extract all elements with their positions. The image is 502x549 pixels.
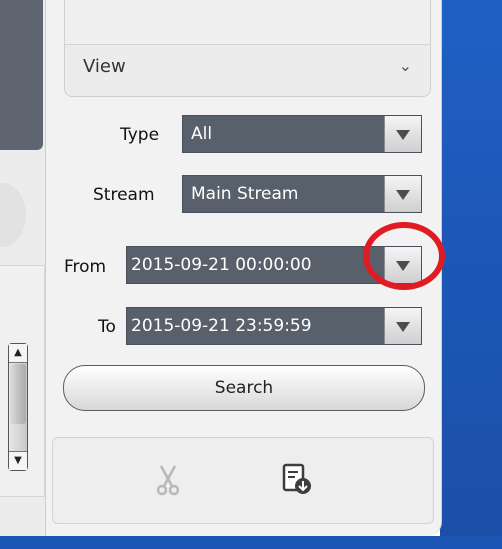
scissors-icon[interactable] [150,462,186,498]
scroll-down-arrow-icon[interactable]: ▼ [9,451,27,470]
dropdown-arrow-icon [396,190,410,200]
type-select[interactable]: All [182,115,422,153]
view-section-label: View [83,56,126,77]
clip-tools-bar [52,437,434,524]
stream-select[interactable]: Main Stream [182,175,422,213]
chevron-down-icon[interactable]: ⌄ [399,56,412,75]
dropdown-arrow-icon [396,322,410,332]
view-section-header [65,0,430,45]
stream-select-value: Main Stream [191,184,299,204]
desktop-taskbar-edge [0,536,502,549]
type-select-value: All [191,124,213,144]
type-dropdown-button[interactable] [384,116,421,152]
stream-dropdown-button[interactable] [384,176,421,212]
view-section[interactable]: View ⌄ [64,0,431,97]
from-datetime-value: 2015-09-21 00:00:00 [131,255,312,275]
stream-label: Stream [93,185,155,205]
to-label: To [98,317,116,337]
from-label: From [64,257,107,277]
scroll-thumb[interactable] [10,364,26,424]
type-label: Type [120,125,160,145]
left-pane-scrollbar[interactable]: ▲ ▼ [8,343,28,471]
scroll-up-arrow-icon[interactable]: ▲ [9,344,27,363]
to-datetime-value: 2015-09-21 23:59:59 [131,316,312,336]
to-dropdown-button[interactable] [384,308,421,344]
left-pane-knob [0,183,26,247]
to-datetime-picker[interactable]: 2015-09-21 23:59:59 [126,307,422,345]
search-button[interactable]: Search [63,365,425,411]
left-pane: ▲ ▼ [0,0,48,536]
desktop-background [440,0,502,549]
highlight-annotation-circle [363,222,445,290]
dropdown-arrow-icon [396,130,410,140]
left-pane-header [0,0,43,150]
download-record-icon[interactable] [279,462,315,498]
